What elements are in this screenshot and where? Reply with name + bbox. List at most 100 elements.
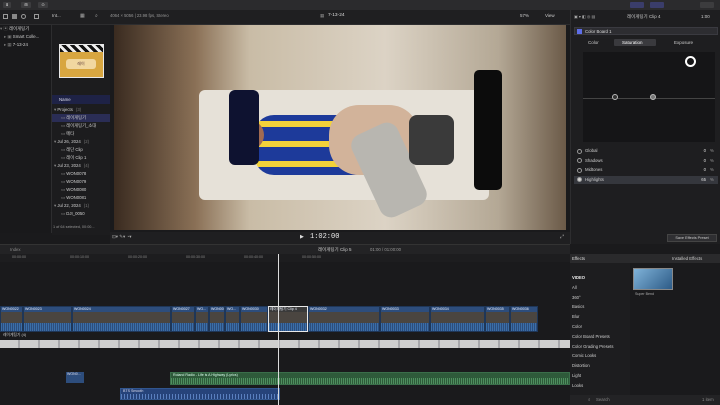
timeline[interactable]: 레이게팅기 (4) WON0022 WON0023 WON0024 WON0027 WO… xyxy=(0,254,570,405)
effects-category-item[interactable]: Distortion xyxy=(572,363,590,368)
effects-category-item[interactable]: Blur xyxy=(572,314,579,319)
event-group-row[interactable]: ▾ Jul 23, 2024 (4) xyxy=(52,162,110,170)
effects-category-item[interactable]: 360° xyxy=(572,295,581,300)
midtones-puck[interactable] xyxy=(612,94,618,100)
grid-icon[interactable]: ▦ xyxy=(80,13,85,19)
background-tasks-button[interactable]: ⊙ xyxy=(38,2,48,8)
name-column-header[interactable]: Name xyxy=(52,95,110,104)
param-enable-circle[interactable] xyxy=(577,167,582,173)
event-group-row[interactable]: ▾ Jul 26, 2024 (2) xyxy=(52,138,110,146)
video-clip[interactable]: WON0023 xyxy=(23,306,72,332)
playhead[interactable] xyxy=(278,254,279,405)
zoom-dropdown[interactable]: 57% xyxy=(520,13,529,18)
effects-category-item[interactable]: Light xyxy=(572,373,581,378)
event-item-row[interactable]: ▭ WON0078 xyxy=(52,170,110,178)
event-item-row[interactable]: ▭ WON0081 xyxy=(52,194,110,202)
video-clip[interactable]: WON0034 xyxy=(430,306,485,332)
video-viewer[interactable] xyxy=(114,25,566,230)
video-clip[interactable]: WON0033 xyxy=(380,306,430,332)
audio-clip-small[interactable]: WON0... xyxy=(66,372,84,383)
tab-saturation[interactable]: Saturation xyxy=(622,40,643,45)
event-item-row[interactable]: ▭ WON0079 xyxy=(52,178,110,186)
title-bar: ⬇ ⊞ ⊙ xyxy=(0,0,720,10)
video-clip[interactable]: WON0024 xyxy=(72,306,171,332)
library-item[interactable]: ▸ ▣ Smart Colle... xyxy=(0,33,52,41)
view-dropdown[interactable]: View xyxy=(545,13,555,18)
video-clip[interactable]: WON0030 xyxy=(240,306,268,332)
effects-category-item[interactable]: Color Board Presets xyxy=(572,334,610,339)
import-button[interactable]: ⬇ xyxy=(3,2,11,8)
music-clip[interactable]: Roland Radio - Life is A Highway (Lyrics… xyxy=(170,372,570,385)
param-enable-circle[interactable] xyxy=(577,148,582,154)
video-clip[interactable]: WON0035 xyxy=(485,306,510,332)
crop-tool-icon[interactable]: ⊡▾ ✎▾ ◔▾ xyxy=(112,234,132,240)
clip-label: WON0027 xyxy=(173,307,190,311)
effects-category-item[interactable]: Comic Looks xyxy=(572,353,596,358)
library-icon[interactable] xyxy=(3,14,8,19)
effect-selector[interactable]: Color Board 1 xyxy=(574,27,718,35)
library-item[interactable]: ▾ ▣ 레이게팅기 xyxy=(0,25,52,33)
search-icon[interactable]: ⌕ xyxy=(95,13,98,19)
clip-thumbnail xyxy=(1,312,22,323)
timeline-ruler[interactable]: 00:00:00 00:00:10:00 00:00:20:00 00:00:30:0… xyxy=(0,254,570,262)
video-clip[interactable]: WON0036 xyxy=(510,306,538,332)
layout-button[interactable] xyxy=(630,2,644,8)
workspace-button[interactable] xyxy=(650,2,664,8)
share-button[interactable] xyxy=(700,2,714,8)
fullscreen-icon[interactable]: ⤢ xyxy=(560,234,564,240)
video-clip[interactable]: WON0032 xyxy=(308,306,380,332)
tab-exposure[interactable]: Exposure xyxy=(674,40,693,45)
param-unit: % xyxy=(710,157,714,163)
clip-waveform xyxy=(431,323,484,331)
effect-enable-checkbox[interactable] xyxy=(577,29,582,34)
param-enable-circle[interactable] xyxy=(577,177,582,182)
param-enable-circle[interactable] xyxy=(577,158,582,163)
bts-audio-clip[interactable]: BTS Smooth xyxy=(120,388,280,400)
effects-category-item[interactable]: Color Grading Presets xyxy=(572,344,613,349)
tab-color[interactable]: Color xyxy=(588,40,599,45)
clip-thumbnail xyxy=(196,312,208,323)
event-item-row[interactable]: ▭ WON0080 xyxy=(52,186,110,194)
ruler-tick-label: 00:00:00 xyxy=(12,255,26,259)
library-item[interactable]: ▸ ▦ 7-13-24 xyxy=(0,41,52,49)
effect-thumbnail[interactable] xyxy=(633,268,673,290)
index-button[interactable]: Index xyxy=(10,247,21,252)
project-thumbnail[interactable]: 레이 xyxy=(59,44,104,78)
save-effects-preset-button[interactable]: Save Effects Preset xyxy=(667,234,717,242)
filmstrip-icon[interactable] xyxy=(34,14,39,19)
effects-category-item[interactable]: Color xyxy=(572,324,582,329)
video-clip[interactable]: WON0027 xyxy=(171,306,195,332)
param-value[interactable]: 0 xyxy=(696,158,706,163)
effects-search-input[interactable]: Search xyxy=(596,397,610,402)
param-value[interactable]: 0 xyxy=(696,148,706,153)
browser-filter-label[interactable]: Int... xyxy=(52,13,61,18)
event-item-row[interactable]: ▭ 레이게팅기 xyxy=(52,114,110,122)
shadows-puck[interactable] xyxy=(650,94,656,100)
video-clip[interactable]: WO... xyxy=(225,306,240,332)
event-item-row[interactable]: ▭ 레이 Clip 1 xyxy=(52,154,110,162)
param-value[interactable]: 65 xyxy=(696,177,706,182)
selected-clip[interactable]: 레이게팅기 Clip 4 xyxy=(268,306,308,332)
inspector-tabs-icon[interactable]: ▣ ▾ ◧ ◎ ▤ xyxy=(574,14,595,19)
keyword-button[interactable]: ⊞ xyxy=(21,2,31,8)
video-clip[interactable]: WON0029 xyxy=(209,306,225,332)
event-group-row[interactable]: ▾ Jul 22, 2024 (1) xyxy=(52,202,110,210)
photos-icon[interactable] xyxy=(12,14,17,19)
titles-icon[interactable] xyxy=(21,14,26,19)
effects-category-item[interactable]: All xyxy=(572,285,577,290)
event-group-row[interactable]: ▾ Projects (3) xyxy=(52,106,110,114)
video-clip[interactable]: WO... xyxy=(195,306,209,332)
event-item-row[interactable]: ▭ DJI_0050 xyxy=(52,210,110,218)
event-item-row[interactable]: ▭ 메타 xyxy=(52,130,110,138)
event-item-row[interactable]: ▭ 레이게팅기_소대 xyxy=(52,122,110,130)
video-clip[interactable]: WON0022 xyxy=(0,306,23,332)
title-clip[interactable]: 레이게팅기 (4) xyxy=(0,333,570,348)
saturation-board[interactable] xyxy=(583,52,715,142)
play-button[interactable]: ▶ xyxy=(300,234,304,240)
effects-category-item[interactable]: Looks xyxy=(572,383,583,388)
installed-effects-dropdown[interactable]: Installed Effects xyxy=(672,256,702,261)
highlights-puck[interactable] xyxy=(685,56,696,67)
param-value[interactable]: 0 xyxy=(696,167,706,172)
effects-category-item[interactable]: Basics xyxy=(572,304,584,309)
event-item-row[interactable]: ▭ 레단 Clip xyxy=(52,146,110,154)
